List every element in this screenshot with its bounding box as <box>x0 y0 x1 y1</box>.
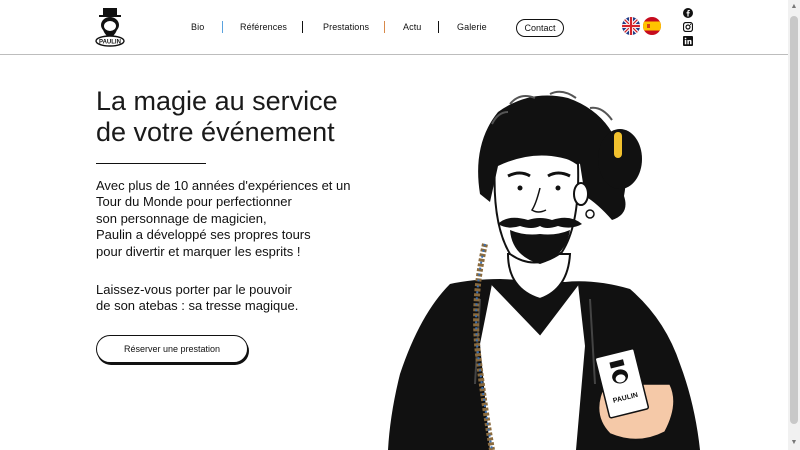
hero-intro-paragraph: Avec plus de 10 années d'expériences et … <box>96 178 396 260</box>
main-nav: Bio Références Prestations Actu Galerie <box>0 19 800 37</box>
scrollbar[interactable]: ▲ ▼ <box>788 0 800 450</box>
hero-title-line: La magie au service <box>96 86 338 116</box>
nav-item-references[interactable]: Références <box>240 22 287 32</box>
nav-separator <box>438 21 439 33</box>
paragraph-line: son personnage de magicien, <box>96 210 267 226</box>
paragraph-line: Tour du Monde pour perfectionner <box>96 194 292 210</box>
hero-title: La magie au service de votre événement <box>96 86 416 148</box>
hero-title-line: de votre événement <box>96 117 335 147</box>
paragraph-line: pour divertir et marquer les esprits ! <box>96 243 301 259</box>
nav-separator <box>222 21 223 33</box>
uk-flag-icon[interactable] <box>622 17 640 35</box>
svg-text:PAULIN: PAULIN <box>99 39 121 45</box>
paragraph-line: de son atebas : sa tresse magique. <box>96 298 299 314</box>
nav-item-actu[interactable]: Actu <box>403 22 421 32</box>
paragraph-line: Avec plus de 10 années d'expériences et … <box>96 178 351 193</box>
nav-item-prestations[interactable]: Prestations <box>323 22 369 32</box>
nav-item-galerie[interactable]: Galerie <box>457 22 487 32</box>
paragraph-line: Paulin a développé ses propres tours <box>96 227 311 243</box>
scrollbar-thumb[interactable] <box>790 16 798 424</box>
hero-divider <box>96 163 206 164</box>
contact-button[interactable]: Contact <box>516 19 564 37</box>
instagram-icon[interactable] <box>683 22 693 32</box>
magician-illustration: PAULIN <box>388 90 700 450</box>
facebook-icon[interactable] <box>683 8 693 18</box>
nav-separator <box>384 21 385 33</box>
linkedin-icon[interactable] <box>683 36 693 46</box>
paragraph-line: Laissez-vous porter par le pouvoir <box>96 282 292 297</box>
nav-separator <box>302 21 303 33</box>
site-header: PAULIN Bio Références Prestations Actu G… <box>0 0 800 55</box>
spain-flag-icon[interactable] <box>643 17 661 35</box>
nav-item-bio[interactable]: Bio <box>191 22 204 32</box>
book-performance-button[interactable]: Réserver une prestation <box>96 335 248 363</box>
scroll-up-arrow-icon[interactable]: ▲ <box>790 3 798 11</box>
hero-second-paragraph: Laissez-vous porter par le pouvoir de so… <box>96 282 396 315</box>
scroll-down-arrow-icon[interactable]: ▼ <box>790 439 798 447</box>
